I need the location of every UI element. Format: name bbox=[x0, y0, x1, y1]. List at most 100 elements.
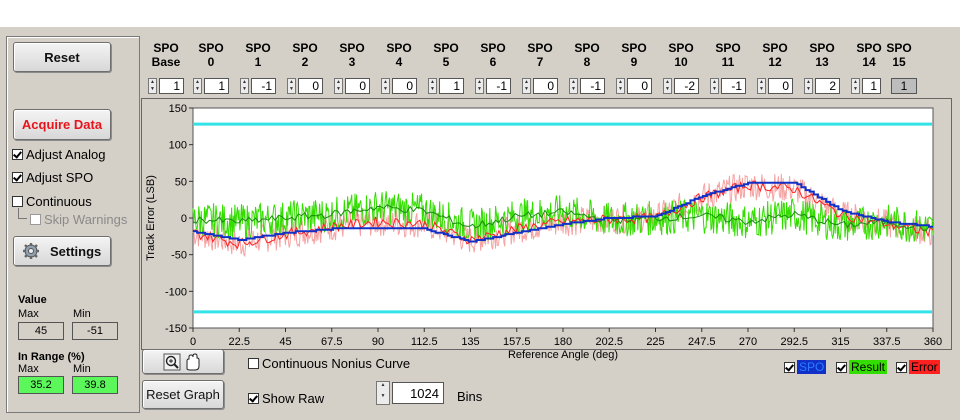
spo-control-0[interactable]: ▲ ▼ 1 bbox=[148, 77, 184, 95]
skip-warnings-checkbox[interactable]: Skip Warnings bbox=[30, 212, 127, 227]
legend-result-label: Result bbox=[849, 360, 888, 374]
spo-header-5: SPO 4 bbox=[379, 41, 419, 69]
spo-control-11[interactable]: ▲ ▼ -2 bbox=[663, 77, 699, 95]
x-tick-label: 180 bbox=[554, 336, 572, 348]
spo-spinner[interactable]: ▲ ▼ bbox=[334, 78, 343, 94]
y-tick-label: -150 bbox=[165, 323, 187, 335]
value-min-indicator: -51 bbox=[72, 322, 118, 340]
spo-control-15[interactable]: ▲ ▼ 1 bbox=[851, 77, 881, 95]
spo-value[interactable]: -1 bbox=[721, 78, 746, 94]
spo-spinner[interactable]: ▲ ▼ bbox=[804, 78, 813, 94]
spo-header-title: SPO bbox=[480, 41, 506, 55]
spo-value[interactable]: 1 bbox=[159, 78, 184, 94]
adjust-spo-label: Adjust SPO bbox=[26, 170, 94, 185]
spo-spinner[interactable]: ▲ ▼ bbox=[475, 78, 484, 94]
spo-control-16[interactable]: 1 bbox=[889, 77, 917, 95]
spo-spinner[interactable]: ▲ ▼ bbox=[851, 78, 860, 94]
acquire-data-button[interactable]: Acquire Data bbox=[13, 109, 111, 140]
spo-value[interactable]: 0 bbox=[298, 78, 323, 94]
spo-header-14: SPO 13 bbox=[802, 41, 842, 69]
top-strip bbox=[0, 0, 960, 27]
spo-spinner[interactable]: ▲ ▼ bbox=[381, 78, 390, 94]
spo-value[interactable]: 2 bbox=[815, 78, 840, 94]
spo-spinner[interactable]: ▲ ▼ bbox=[240, 78, 249, 94]
checkbox-icon bbox=[836, 361, 847, 373]
adjust-analog-checkbox[interactable]: Adjust Analog bbox=[12, 147, 106, 162]
checkbox-icon bbox=[30, 214, 41, 225]
spo-spinner[interactable]: ▲ ▼ bbox=[710, 78, 719, 94]
reset-button[interactable]: Reset bbox=[13, 42, 111, 72]
bins-input[interactable]: 1024 bbox=[392, 382, 444, 404]
spo-control-6[interactable]: ▲ ▼ 1 bbox=[428, 77, 464, 95]
spo-header-12: SPO 11 bbox=[708, 41, 748, 69]
spo-value[interactable]: 0 bbox=[345, 78, 370, 94]
spo-spinner[interactable]: ▲ ▼ bbox=[757, 78, 766, 94]
spo-control-12[interactable]: ▲ ▼ -1 bbox=[710, 77, 746, 95]
continuous-checkbox[interactable]: Continuous bbox=[12, 194, 92, 209]
spo-control-8[interactable]: ▲ ▼ 0 bbox=[522, 77, 558, 95]
legend-result[interactable]: Result bbox=[836, 360, 888, 374]
continuous-nonius-checkbox[interactable]: Continuous Nonius Curve bbox=[248, 356, 410, 371]
spo-header-0: SPO Base bbox=[146, 41, 186, 69]
spo-header-3: SPO 2 bbox=[285, 41, 325, 69]
adjust-spo-checkbox[interactable]: Adjust SPO bbox=[12, 170, 93, 185]
spo-header-index: 3 bbox=[348, 55, 356, 69]
bins-control[interactable]: ▲ ▼ 1024 bbox=[376, 381, 444, 405]
spo-value[interactable]: 1 bbox=[862, 78, 881, 94]
checkbox-icon bbox=[784, 361, 795, 373]
spo-spinner[interactable]: ▲ ▼ bbox=[616, 78, 625, 94]
spo-header-10: SPO 9 bbox=[614, 41, 654, 69]
spo-header-8: SPO 7 bbox=[520, 41, 560, 69]
spo-value[interactable]: 0 bbox=[768, 78, 793, 94]
spo-value[interactable]: 1 bbox=[439, 78, 464, 94]
spo-control-4[interactable]: ▲ ▼ 0 bbox=[334, 77, 370, 95]
spo-spinner[interactable]: ▲ ▼ bbox=[663, 78, 672, 94]
spo-control-14[interactable]: ▲ ▼ 2 bbox=[804, 77, 840, 95]
spo-value[interactable]: -1 bbox=[251, 78, 276, 94]
graph-palette[interactable] bbox=[142, 349, 224, 374]
settings-button[interactable]: Settings bbox=[13, 236, 111, 266]
legend-spo[interactable]: SPO bbox=[784, 360, 827, 374]
spo-spinner[interactable]: ▲ ▼ bbox=[193, 78, 202, 94]
spo-header-index: 10 bbox=[674, 55, 688, 69]
spo-header-4: SPO 3 bbox=[332, 41, 372, 69]
spo-control-5[interactable]: ▲ ▼ 0 bbox=[381, 77, 417, 95]
bins-spinner[interactable]: ▲ ▼ bbox=[376, 381, 390, 405]
spo-spinner[interactable]: ▲ ▼ bbox=[522, 78, 531, 94]
spo-value[interactable]: 0 bbox=[627, 78, 652, 94]
spo-control-2[interactable]: ▲ ▼ -1 bbox=[240, 77, 276, 95]
x-tick-label: 90 bbox=[372, 336, 384, 348]
spo-control-3[interactable]: ▲ ▼ 0 bbox=[287, 77, 323, 95]
x-tick-label: 337.5 bbox=[873, 336, 901, 348]
spo-spinner[interactable]: ▲ ▼ bbox=[148, 78, 157, 94]
spo-control-10[interactable]: ▲ ▼ 0 bbox=[616, 77, 652, 95]
in-range-min-indicator: 39.8 bbox=[72, 376, 118, 394]
spo-value: 1 bbox=[891, 78, 917, 94]
legend-error[interactable]: Error bbox=[896, 360, 940, 374]
value-min-label: Min bbox=[73, 308, 91, 320]
show-raw-checkbox[interactable]: Show Raw bbox=[248, 391, 324, 406]
y-tick-label: -50 bbox=[171, 250, 187, 262]
x-tick-label: 315 bbox=[831, 336, 849, 348]
spo-value[interactable]: -1 bbox=[486, 78, 511, 94]
spo-value[interactable]: -2 bbox=[674, 78, 699, 94]
spo-value[interactable]: 1 bbox=[204, 78, 229, 94]
spo-value[interactable]: 0 bbox=[392, 78, 417, 94]
spo-header-index: 8 bbox=[583, 55, 591, 69]
checkbox-icon bbox=[12, 196, 23, 207]
spo-value[interactable]: -1 bbox=[580, 78, 605, 94]
spo-header-index: 13 bbox=[815, 55, 829, 69]
reset-graph-button[interactable]: Reset Graph bbox=[142, 380, 224, 409]
spo-spinner[interactable]: ▲ ▼ bbox=[569, 78, 578, 94]
spo-control-1[interactable]: ▲ ▼ 1 bbox=[193, 77, 229, 95]
spo-header-title: SPO bbox=[245, 41, 271, 55]
y-tick-label: -100 bbox=[165, 286, 187, 298]
spo-spinner[interactable]: ▲ ▼ bbox=[287, 78, 296, 94]
spo-control-7[interactable]: ▲ ▼ -1 bbox=[475, 77, 511, 95]
spo-value[interactable]: 0 bbox=[533, 78, 558, 94]
spo-control-13[interactable]: ▲ ▼ 0 bbox=[757, 77, 793, 95]
spo-control-9[interactable]: ▲ ▼ -1 bbox=[569, 77, 605, 95]
x-tick-label: 202.5 bbox=[595, 336, 623, 348]
spo-header-index: Base bbox=[151, 55, 181, 69]
spo-spinner[interactable]: ▲ ▼ bbox=[428, 78, 437, 94]
